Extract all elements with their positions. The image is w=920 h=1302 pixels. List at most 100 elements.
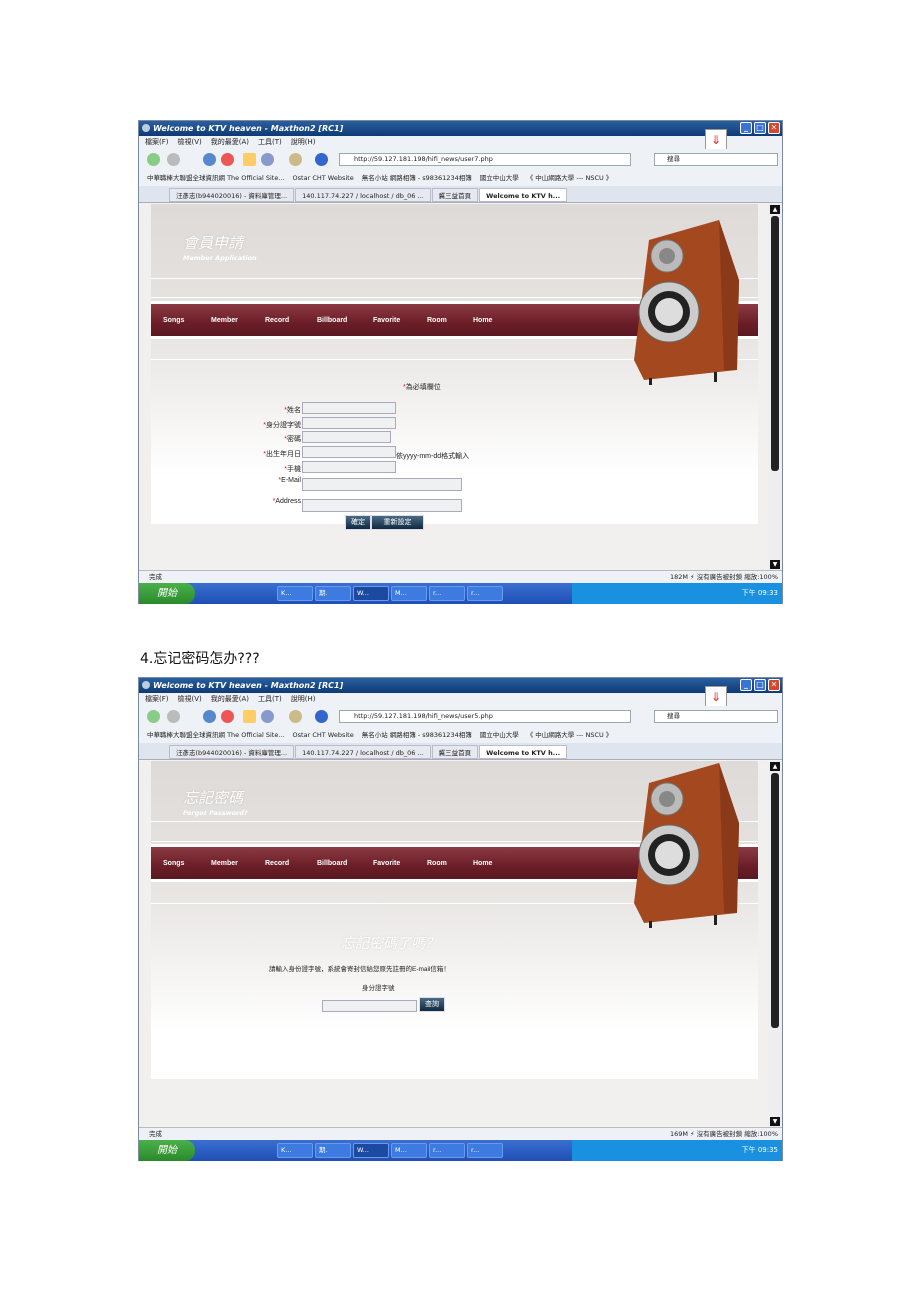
nav-songs[interactable]: Songs bbox=[163, 317, 184, 324]
nav-billboard[interactable]: Billboard bbox=[317, 317, 347, 324]
bookmark[interactable]: Ostar CHT Website bbox=[293, 174, 354, 182]
password-input[interactable] bbox=[302, 431, 391, 443]
menu-favorites[interactable]: 我的最愛(A) bbox=[211, 695, 249, 703]
id-number-input[interactable] bbox=[302, 417, 396, 429]
address-input[interactable] bbox=[302, 499, 462, 512]
scroll-thumb[interactable] bbox=[771, 216, 779, 471]
vertical-scrollbar[interactable]: ▲ ▼ bbox=[768, 761, 782, 1127]
undo-icon[interactable] bbox=[261, 153, 274, 166]
page-header-en: Forgot Password? bbox=[183, 809, 248, 817]
menu-help[interactable]: 說明(H) bbox=[291, 138, 316, 146]
bookmark[interactable]: 國立中山大學 bbox=[480, 731, 519, 739]
taskbar-item[interactable]: W... bbox=[353, 586, 389, 601]
home-icon[interactable] bbox=[243, 153, 256, 166]
taskbar-item[interactable]: K... bbox=[277, 586, 313, 601]
taskbar-item[interactable]: W... bbox=[353, 1143, 389, 1158]
stop-icon[interactable] bbox=[221, 710, 234, 723]
forward-icon[interactable] bbox=[167, 153, 180, 166]
tools-icon[interactable] bbox=[289, 153, 302, 166]
tab[interactable]: 汪彥志(b944020016) - 資料庫管理... bbox=[169, 745, 295, 759]
start-button[interactable]: 開始 bbox=[139, 583, 195, 604]
address-bar[interactable]: http://59.127.181.198/hifi_news/user5.ph… bbox=[339, 710, 631, 723]
id-number-input[interactable] bbox=[322, 1000, 417, 1012]
bookmark[interactable]: 無名小站 網路相簿 - s98361234相簿 bbox=[362, 731, 472, 739]
history-icon[interactable] bbox=[315, 710, 328, 723]
undo-icon[interactable] bbox=[261, 710, 274, 723]
name-input[interactable] bbox=[302, 402, 396, 414]
taskbar-item[interactable]: r... bbox=[467, 586, 503, 601]
bookmark[interactable]: 《 中山網路大學 --- NSCU 》 bbox=[527, 174, 613, 182]
tab[interactable]: 140.117.74.227 / localhost / db_06 ... bbox=[295, 745, 431, 759]
tab[interactable]: 汪彥志(b944020016) - 資料庫管理... bbox=[169, 188, 295, 202]
history-icon[interactable] bbox=[315, 153, 328, 166]
nav-favorite[interactable]: Favorite bbox=[373, 860, 400, 867]
maximize-button[interactable]: □ bbox=[754, 122, 766, 134]
nav-member[interactable]: Member bbox=[211, 860, 238, 867]
menu-file[interactable]: 檔案(F) bbox=[145, 138, 169, 146]
vertical-scrollbar[interactable]: ▲ ▼ bbox=[768, 204, 782, 570]
bookmark[interactable]: Ostar CHT Website bbox=[293, 731, 354, 739]
maximize-button[interactable]: □ bbox=[754, 679, 766, 691]
bookmark[interactable]: 《 中山網路大學 --- NSCU 》 bbox=[527, 731, 613, 739]
nav-room[interactable]: Room bbox=[427, 860, 447, 867]
back-icon[interactable] bbox=[147, 710, 160, 723]
nav-room[interactable]: Room bbox=[427, 317, 447, 324]
menu-tools[interactable]: 工具(T) bbox=[258, 138, 282, 146]
tab-active[interactable]: Welcome to KTV h... bbox=[479, 745, 568, 759]
scroll-thumb[interactable] bbox=[771, 773, 779, 1028]
nav-member[interactable]: Member bbox=[211, 317, 238, 324]
back-icon[interactable] bbox=[147, 153, 160, 166]
menu-file[interactable]: 檔案(F) bbox=[145, 695, 169, 703]
submit-button[interactable]: 確定 bbox=[345, 515, 371, 530]
taskbar-item[interactable]: M... bbox=[391, 1143, 427, 1158]
menu-help[interactable]: 說明(H) bbox=[291, 695, 316, 703]
taskbar-item[interactable]: 期. bbox=[315, 1143, 351, 1158]
email-input[interactable] bbox=[302, 478, 462, 491]
taskbar-item[interactable]: r... bbox=[429, 1143, 465, 1158]
nav-record[interactable]: Record bbox=[265, 317, 289, 324]
tab[interactable]: 140.117.74.227 / localhost / db_06 ... bbox=[295, 188, 431, 202]
search-input[interactable]: 搜尋 bbox=[654, 710, 778, 723]
minimize-button[interactable]: _ bbox=[740, 122, 752, 134]
tab-active[interactable]: Welcome to KTV h... bbox=[479, 188, 568, 202]
minimize-button[interactable]: _ bbox=[740, 679, 752, 691]
nav-home[interactable]: Home bbox=[473, 317, 492, 324]
menu-favorites[interactable]: 我的最愛(A) bbox=[211, 138, 249, 146]
taskbar-item[interactable]: r... bbox=[429, 586, 465, 601]
taskbar-item[interactable]: 期. bbox=[315, 586, 351, 601]
tab[interactable]: 冀三益首頁 bbox=[431, 188, 479, 202]
refresh-icon[interactable] bbox=[203, 153, 216, 166]
taskbar-item[interactable]: r... bbox=[467, 1143, 503, 1158]
menu-view[interactable]: 檢視(V) bbox=[178, 695, 202, 703]
tab[interactable]: 冀三益首頁 bbox=[431, 745, 479, 759]
mobile-input[interactable] bbox=[302, 461, 396, 473]
search-input[interactable]: 搜尋 bbox=[654, 153, 778, 166]
nav-favorite[interactable]: Favorite bbox=[373, 317, 400, 324]
menu-tools[interactable]: 工具(T) bbox=[258, 695, 282, 703]
bookmark[interactable]: 中華職棒大聯盟全球資訊網 The Official Site... bbox=[147, 731, 285, 739]
address-bar[interactable]: http://59.127.181.198/hifi_news/user7.ph… bbox=[339, 153, 631, 166]
download-icon[interactable]: ⇓ bbox=[705, 129, 727, 151]
close-button[interactable]: ✕ bbox=[768, 679, 780, 691]
birthday-input[interactable] bbox=[302, 446, 396, 458]
close-button[interactable]: ✕ bbox=[768, 122, 780, 134]
tools-icon[interactable] bbox=[289, 710, 302, 723]
query-button[interactable]: 查詢 bbox=[419, 997, 445, 1012]
nav-record[interactable]: Record bbox=[265, 860, 289, 867]
taskbar-item[interactable]: K... bbox=[277, 1143, 313, 1158]
nav-songs[interactable]: Songs bbox=[163, 860, 184, 867]
taskbar-item[interactable]: M... bbox=[391, 586, 427, 601]
download-icon[interactable]: ⇓ bbox=[705, 686, 727, 708]
forward-icon[interactable] bbox=[167, 710, 180, 723]
menu-view[interactable]: 檢視(V) bbox=[178, 138, 202, 146]
nav-billboard[interactable]: Billboard bbox=[317, 860, 347, 867]
bookmark[interactable]: 國立中山大學 bbox=[480, 174, 519, 182]
nav-home[interactable]: Home bbox=[473, 860, 492, 867]
reset-button[interactable]: 重新設定 bbox=[371, 515, 424, 530]
start-button[interactable]: 開始 bbox=[139, 1140, 195, 1161]
bookmark[interactable]: 中華職棒大聯盟全球資訊網 The Official Site... bbox=[147, 174, 285, 182]
home-icon[interactable] bbox=[243, 710, 256, 723]
bookmark[interactable]: 無名小站 網路相簿 - s98361234相簿 bbox=[362, 174, 472, 182]
stop-icon[interactable] bbox=[221, 153, 234, 166]
refresh-icon[interactable] bbox=[203, 710, 216, 723]
